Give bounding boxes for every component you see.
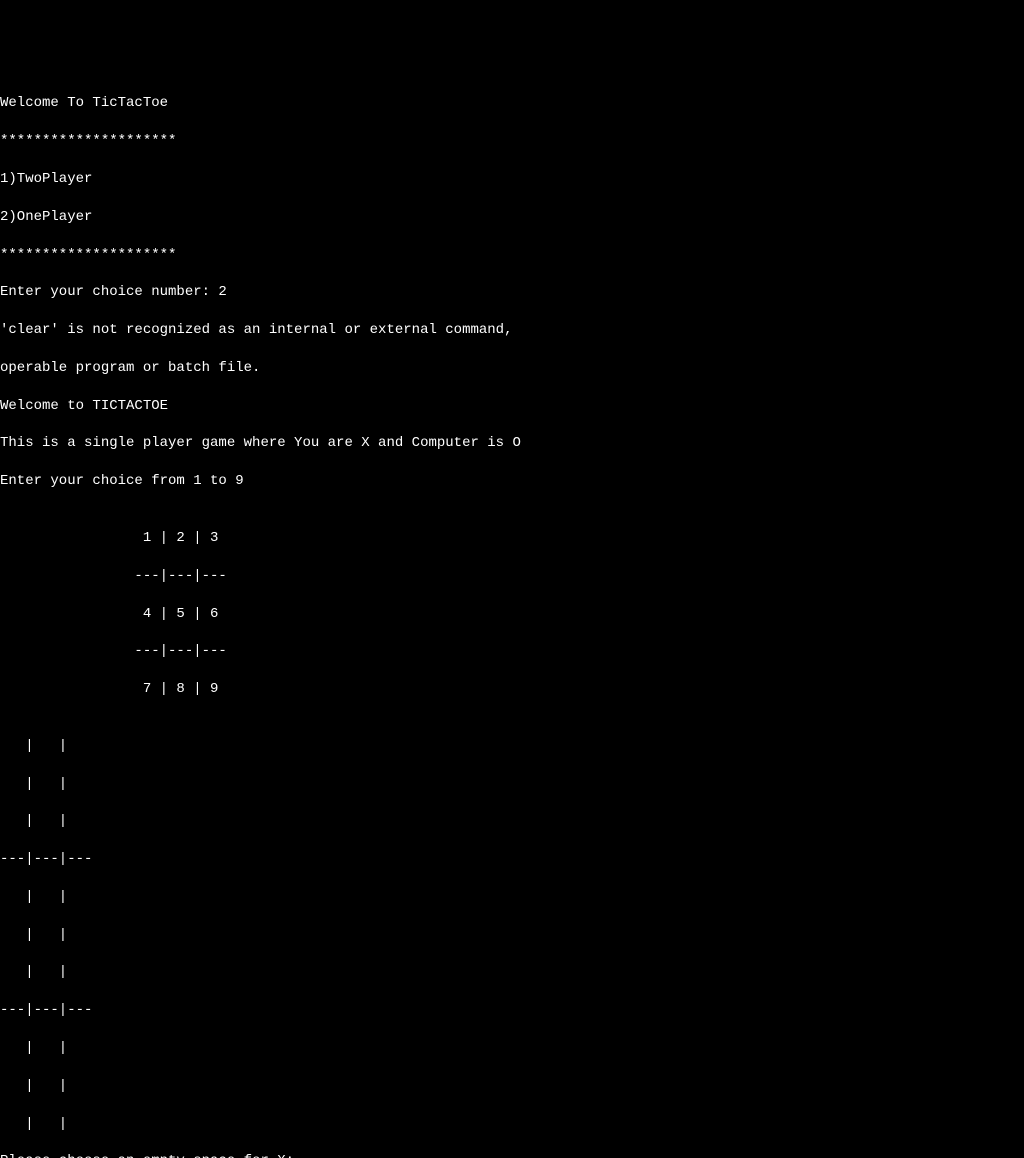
game-board-row-3c: | | xyxy=(0,1115,1024,1134)
terminal-window[interactable]: Welcome To TicTacToe *******************… xyxy=(0,76,1024,1158)
menu-option-twoplayer: 1)TwoPlayer xyxy=(0,170,1024,189)
input-prompt[interactable]: Please choose an empty space for X: xyxy=(0,1152,1024,1158)
divider-line: ********************* xyxy=(0,132,1024,151)
error-line-2: operable program or batch file. xyxy=(0,359,1024,378)
divider-line: ********************* xyxy=(0,246,1024,265)
game-welcome: Welcome to TICTACTOE xyxy=(0,397,1024,416)
game-description: This is a single player game where You a… xyxy=(0,434,1024,453)
game-board-row-1b: | | xyxy=(0,775,1024,794)
reference-board-divider-1: ---|---|--- xyxy=(0,567,1024,586)
reference-board-row-3: 7 | 8 | 9 xyxy=(0,680,1024,699)
welcome-title: Welcome To TicTacToe xyxy=(0,94,1024,113)
game-board-row-2a: | | xyxy=(0,888,1024,907)
reference-board-divider-2: ---|---|--- xyxy=(0,642,1024,661)
error-line-1: 'clear' is not recognized as an internal… xyxy=(0,321,1024,340)
game-board-row-2b: | | xyxy=(0,926,1024,945)
reference-board-row-1: 1 | 2 | 3 xyxy=(0,529,1024,548)
game-board-divider-1: ---|---|--- xyxy=(0,850,1024,869)
game-board-row-3a: | | xyxy=(0,1039,1024,1058)
game-board-row-1a: | | xyxy=(0,737,1024,756)
menu-option-oneplayer: 2)OnePlayer xyxy=(0,208,1024,227)
choice-prompt-result: Enter your choice number: 2 xyxy=(0,283,1024,302)
choice-range-prompt: Enter your choice from 1 to 9 xyxy=(0,472,1024,491)
game-board-divider-2: ---|---|--- xyxy=(0,1001,1024,1020)
game-board-row-2c: | | xyxy=(0,963,1024,982)
game-board-row-3b: | | xyxy=(0,1077,1024,1096)
reference-board-row-2: 4 | 5 | 6 xyxy=(0,605,1024,624)
game-board-row-1c: | | xyxy=(0,812,1024,831)
